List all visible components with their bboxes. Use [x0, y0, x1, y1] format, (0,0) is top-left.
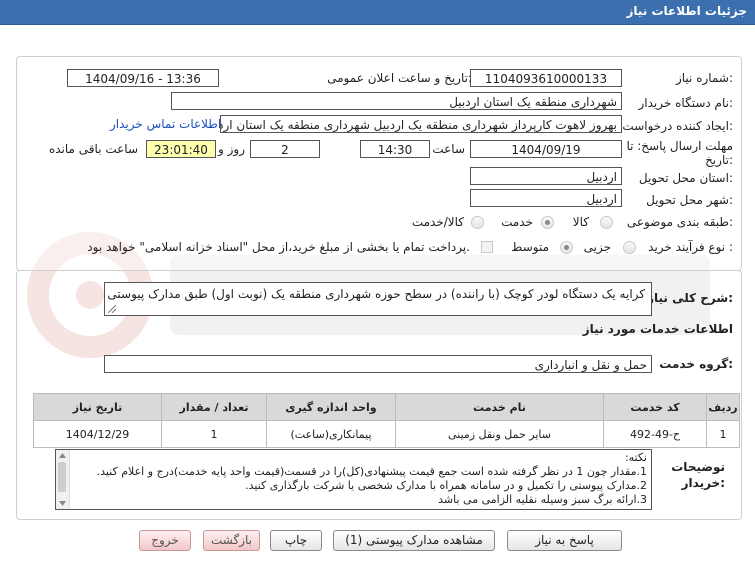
- cell-service-code: ح-49-492: [603, 420, 707, 448]
- cell-service-name: سایر حمل ونقل زمینی: [395, 420, 604, 448]
- scroll-down-icon[interactable]: [59, 501, 66, 506]
- process-medium-radio[interactable]: [560, 241, 573, 254]
- deadline-date-label: تاریخ:: [705, 153, 733, 167]
- col-service-code: کد خدمت: [603, 393, 707, 421]
- category-service-label: خدمت: [501, 215, 533, 229]
- cell-need-date: 1404/12/29: [33, 420, 162, 448]
- reply-button[interactable]: پاسخ به نیاز: [507, 530, 622, 551]
- back-button[interactable]: بازگشت: [203, 530, 260, 551]
- page-title: جزئیات اطلاعات نیاز: [626, 4, 747, 18]
- process-minor-radio[interactable]: [623, 241, 636, 254]
- notes-line: 3.ارائه برگ سبز وسیله نقلیه الزامی می با…: [438, 493, 647, 506]
- category-goods-service-radio[interactable]: [471, 216, 484, 229]
- buyer-field[interactable]: شهرداری منطقه یک استان اردبیل: [171, 92, 622, 110]
- need-info-panel: [16, 56, 742, 271]
- process-label: نوع فرآیند خرید :: [648, 240, 733, 254]
- announce-datetime-field[interactable]: 1404/09/16 - 13:36: [67, 69, 219, 87]
- col-need-date: تاریخ نیاز: [33, 393, 162, 421]
- deadline-label: مهلت ارسال پاسخ: تا: [626, 139, 733, 153]
- process-minor-label: جزیی: [583, 240, 611, 254]
- process-medium-label: متوسط: [511, 240, 549, 254]
- notes-line: 2.مدارک پیوستی را تکمیل و در سامانه همرا…: [245, 479, 647, 492]
- summary-text: کرایه یک دستگاه لودر کوچک (با راننده) در…: [107, 287, 645, 301]
- city-field[interactable]: اردبیل: [470, 189, 622, 207]
- buyer-label: نام دستگاه خریدار:: [638, 96, 734, 110]
- services-table: ردیف کد خدمت نام خدمت واحد اندازه گیری ت…: [33, 393, 740, 448]
- services-section-title: اطلاعات خدمات مورد نیاز: [582, 322, 733, 336]
- view-attachments-button[interactable]: مشاهده مدارک پیوستی (1): [333, 530, 495, 551]
- cell-row-number: 1: [706, 420, 740, 448]
- province-field[interactable]: اردبیل: [470, 167, 622, 185]
- deadline-time-field[interactable]: 14:30: [360, 140, 430, 158]
- table-row[interactable]: 1 ح-49-492 سایر حمل ونقل زمینی پیمانکاری…: [33, 420, 740, 448]
- resize-handle-icon[interactable]: [108, 305, 116, 313]
- days-remaining-field[interactable]: 2: [250, 140, 320, 158]
- table-header-row: ردیف کد خدمت نام خدمت واحد اندازه گیری ت…: [33, 393, 740, 421]
- creator-label: ایجاد کننده درخواست:: [622, 119, 733, 133]
- summary-label: شرح کلی نیاز:: [647, 291, 733, 305]
- buyer-notes-label: توضیحات: [671, 460, 725, 474]
- print-button[interactable]: چاپ: [270, 530, 322, 551]
- service-group-field[interactable]: حمل و نقل و انبارداری: [104, 355, 652, 373]
- creator-field[interactable]: بهروز لاهوت کارپرداز شهرداری منطقه یک ار…: [220, 115, 622, 133]
- remaining-time-field[interactable]: 23:01:40: [146, 140, 216, 158]
- buyer-notes-textarea[interactable]: نکته: 1.مقدار چون 1 در نظر گرفته شده است…: [55, 449, 652, 510]
- need-number-field[interactable]: 1104093610000133: [470, 69, 622, 87]
- col-row-number: ردیف: [706, 393, 740, 421]
- summary-textarea[interactable]: کرایه یک دستگاه لودر کوچک (با راننده) در…: [104, 282, 652, 316]
- deadline-date-field[interactable]: 1404/09/19: [470, 140, 622, 158]
- category-goods-radio[interactable]: [600, 216, 613, 229]
- need-number-label: شماره نیاز:: [675, 71, 733, 85]
- remaining-label: ساعت باقی مانده: [48, 142, 138, 156]
- notes-line: 1.مقدار چون 1 در نظر گرفته شده است جمع ق…: [96, 465, 647, 478]
- category-goods-service-label: کالا/خدمت: [411, 215, 464, 229]
- service-group-label: گروه خدمت:: [659, 357, 733, 371]
- treasury-payment-note: پرداخت تمام یا بخشی از مبلغ خرید،از محل …: [87, 240, 470, 254]
- city-label: شهر محل تحویل:: [646, 193, 733, 207]
- col-unit: واحد اندازه گیری: [266, 393, 396, 421]
- notes-text: نکته: 1.مقدار چون 1 در نظر گرفته شده است…: [97, 451, 647, 507]
- exit-button[interactable]: خروج: [139, 530, 191, 551]
- announce-label: تاریخ و ساعت اعلان عمومی:: [327, 71, 472, 85]
- category-goods-label: کالا: [572, 215, 589, 229]
- scroll-thumb[interactable]: [58, 462, 66, 492]
- col-quantity: تعداد / مقدار: [161, 393, 267, 421]
- contact-buyer-link[interactable]: اطلاعات تماس خریدار: [110, 117, 221, 131]
- days-label: روز و: [218, 142, 245, 156]
- cell-quantity: 1: [161, 420, 267, 448]
- category-service-radio[interactable]: [541, 216, 554, 229]
- notes-line: نکته:: [624, 451, 647, 464]
- col-service-name: نام خدمت: [395, 393, 604, 421]
- notes-scrollbar[interactable]: [56, 450, 70, 509]
- deadline-time-label: ساعت: [432, 142, 465, 156]
- scroll-up-icon[interactable]: [59, 453, 66, 458]
- province-label: استان محل تحویل:: [638, 171, 733, 185]
- treasury-payment-checkbox[interactable]: [481, 241, 493, 253]
- buyer-notes-label-2: خریدار:: [681, 476, 725, 490]
- cell-unit: پیمانکاری(ساعت): [266, 420, 396, 448]
- category-label: طبقه بندی موضوعی:: [626, 215, 733, 229]
